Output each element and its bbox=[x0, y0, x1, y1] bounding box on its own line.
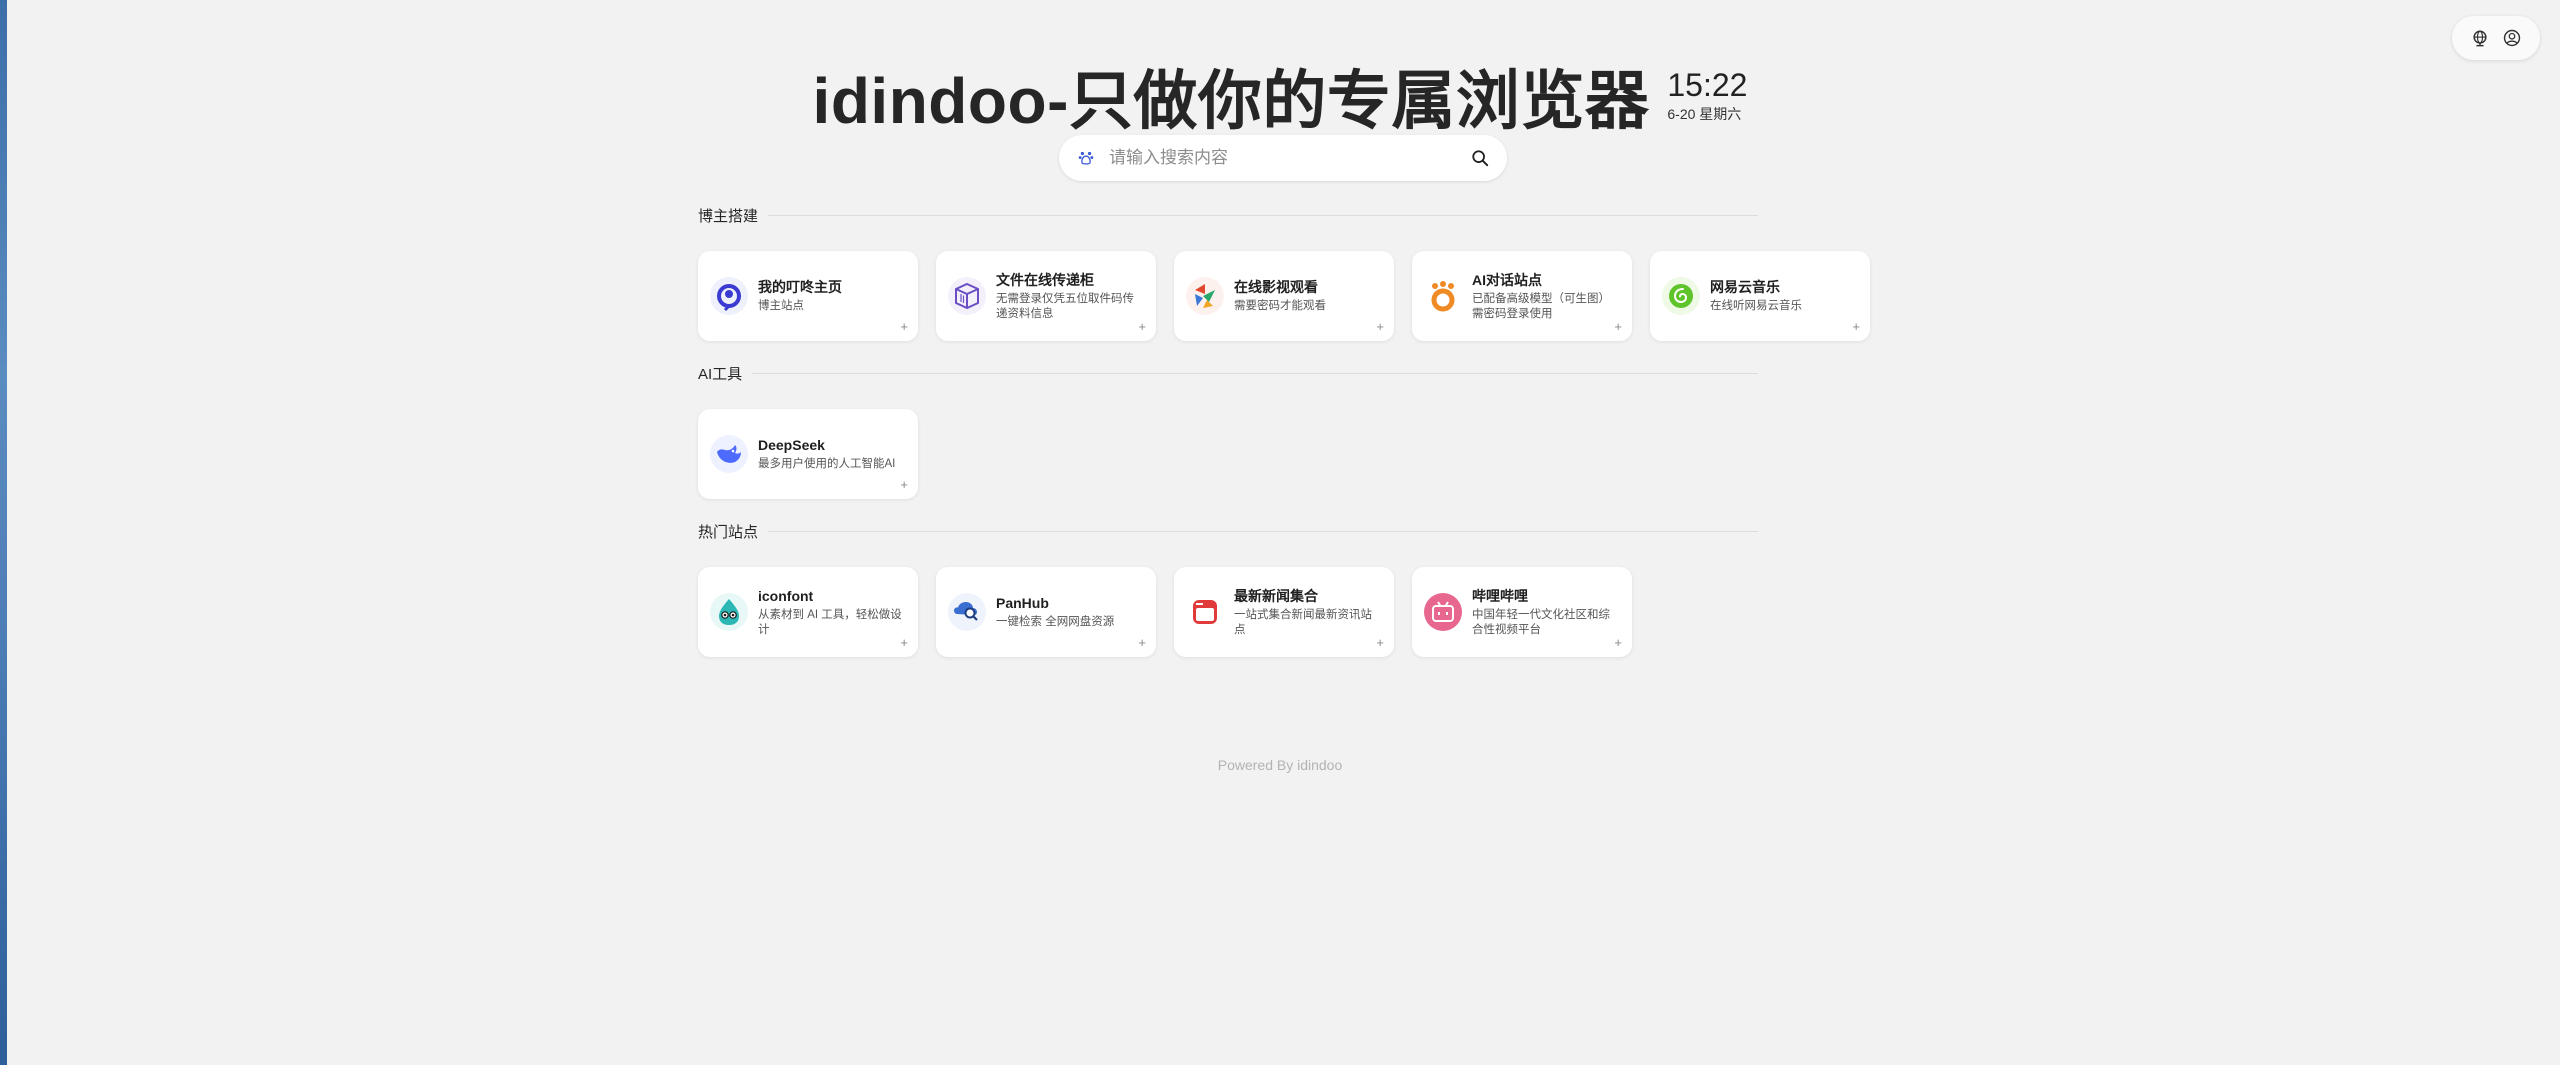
card-desc: 需要密码才能观看 bbox=[1234, 300, 1326, 312]
add-icon[interactable]: + bbox=[1614, 636, 1622, 649]
card-desc: 中国年轻一代文化社区和综合性视频平台 bbox=[1472, 608, 1610, 636]
card-desc: 一站式集合新闻最新资讯站点 bbox=[1234, 608, 1372, 636]
site-card[interactable]: DeepSeek 最多用户使用的人工智能AI + bbox=[698, 409, 918, 499]
card-desc: 从素材到 AI 工具，轻松做设计 bbox=[758, 608, 902, 636]
card-name: 文件在线传递柜 bbox=[996, 271, 1094, 288]
section-title: 热门站点 bbox=[698, 523, 759, 541]
footer-powered-by: Powered By idindoo bbox=[1217, 757, 1343, 773]
ai-chat-logo-icon bbox=[1424, 277, 1462, 315]
card-name: 哔哩哔哩 bbox=[1472, 587, 1528, 604]
search-input[interactable] bbox=[1109, 148, 1471, 168]
clock: 15:22 6-20 星期六 bbox=[1667, 68, 1747, 124]
clock-date: 6-20 星期六 bbox=[1667, 106, 1742, 122]
card-desc: 博主站点 bbox=[758, 300, 804, 312]
desktop-edge bbox=[0, 0, 7, 1065]
panhub-logo-icon bbox=[948, 593, 986, 631]
card-desc: 无需登录仅凭五位取件码传递资料信息 bbox=[996, 292, 1134, 320]
divider bbox=[768, 214, 1758, 216]
add-icon[interactable]: + bbox=[1376, 320, 1384, 333]
card-name: AI对话站点 bbox=[1472, 271, 1542, 288]
deepseek-logo-icon bbox=[710, 435, 748, 473]
news-logo-icon bbox=[1186, 593, 1224, 631]
iconfont-logo-icon bbox=[710, 593, 748, 631]
divider bbox=[752, 372, 1758, 374]
site-card[interactable]: 最新新闻集合 一站式集合新闻最新资讯站点 + bbox=[1174, 567, 1394, 657]
globe-icon[interactable] bbox=[2469, 27, 2491, 49]
header: idindoo-只做你的专属浏览器 15:22 6-20 星期六 bbox=[0, 50, 2560, 142]
section-title: 博主搭建 bbox=[698, 207, 759, 225]
site-card[interactable]: 我的叮咚主页 博主站点 + bbox=[698, 251, 918, 341]
section-popular: 热门站点 iconfont 从素材到 AI 工具，轻松做设计 + PanHub … bbox=[698, 519, 1868, 657]
site-card[interactable]: AI对话站点 已配备高级模型（可生图） 需密码登录使用 + bbox=[1412, 251, 1632, 341]
card-name: PanHub bbox=[996, 595, 1049, 611]
site-card[interactable]: iconfont 从素材到 AI 工具，轻松做设计 + bbox=[698, 567, 918, 657]
user-icon[interactable] bbox=[2501, 27, 2523, 49]
add-icon[interactable]: + bbox=[1376, 636, 1384, 649]
add-icon[interactable]: + bbox=[1852, 320, 1860, 333]
card-name: iconfont bbox=[758, 587, 814, 604]
netease-music-logo-icon bbox=[1662, 277, 1700, 315]
site-card[interactable]: 在线影视观看 需要密码才能观看 + bbox=[1174, 251, 1394, 341]
page-title: idindoo-只做你的专属浏览器 bbox=[812, 65, 1650, 137]
site-card[interactable]: PanHub 一键检索 全网网盘资源 + bbox=[936, 567, 1156, 657]
dingdong-logo-icon bbox=[710, 277, 748, 315]
card-name: 我的叮咚主页 bbox=[758, 279, 842, 295]
card-desc: 在线听网易云音乐 bbox=[1710, 300, 1802, 312]
card-desc: 最多用户使用的人工智能AI bbox=[758, 458, 896, 470]
site-card[interactable]: 网易云音乐 在线听网易云音乐 + bbox=[1650, 251, 1870, 341]
add-icon[interactable]: + bbox=[900, 636, 908, 649]
section-title: AI工具 bbox=[698, 365, 743, 383]
box-logo-icon bbox=[948, 277, 986, 315]
add-icon[interactable]: + bbox=[900, 320, 908, 333]
card-desc: 一键检索 全网网盘资源 bbox=[996, 616, 1115, 628]
movie-logo-icon bbox=[1186, 277, 1224, 315]
site-card[interactable]: 文件在线传递柜 无需登录仅凭五位取件码传递资料信息 + bbox=[936, 251, 1156, 341]
card-name: 最新新闻集合 bbox=[1234, 587, 1318, 604]
site-card[interactable]: 哔哩哔哩 中国年轻一代文化社区和综合性视频平台 + bbox=[1412, 567, 1632, 657]
section-blogger: 博主搭建 我的叮咚主页 博主站点 + 文件在线传递柜 无需登录仅凭五位取件码传递… bbox=[698, 203, 1870, 341]
card-desc: 已配备高级模型（可生图） 需密码登录使用 bbox=[1472, 292, 1610, 320]
divider bbox=[768, 530, 1758, 532]
card-name: 网易云音乐 bbox=[1710, 279, 1780, 295]
bilibili-logo-icon bbox=[1424, 593, 1462, 631]
add-icon[interactable]: + bbox=[1138, 636, 1146, 649]
search-icon[interactable] bbox=[1471, 149, 1489, 167]
card-name: 在线影视观看 bbox=[1234, 279, 1318, 295]
search-bar bbox=[1059, 135, 1507, 181]
add-icon[interactable]: + bbox=[900, 478, 908, 491]
section-ai-tools: AI工具 DeepSeek 最多用户使用的人工智能AI + bbox=[698, 361, 1868, 499]
baidu-paw-icon[interactable] bbox=[1077, 149, 1095, 167]
add-icon[interactable]: + bbox=[1614, 320, 1622, 333]
add-icon[interactable]: + bbox=[1138, 320, 1146, 333]
clock-time: 15:22 bbox=[1667, 67, 1748, 103]
card-name: DeepSeek bbox=[758, 437, 825, 453]
